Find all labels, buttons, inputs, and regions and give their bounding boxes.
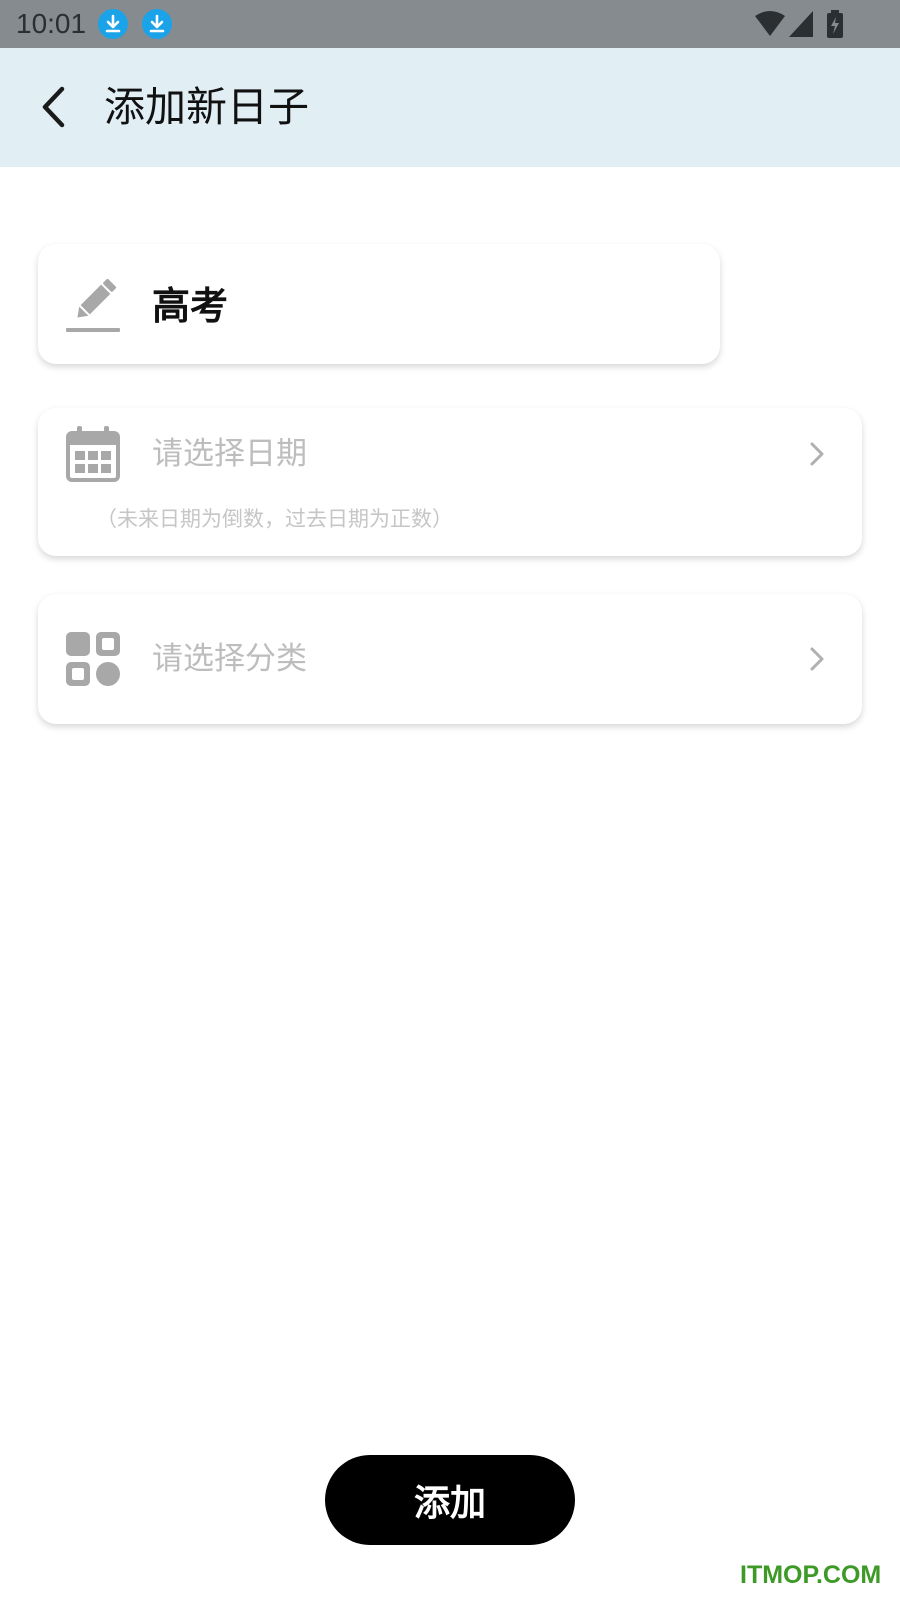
app-header: 添加新日子 bbox=[0, 48, 900, 167]
event-title-value: 高考 bbox=[152, 284, 229, 328]
pencil-icon bbox=[66, 278, 120, 332]
page-title: 添加新日子 bbox=[104, 83, 309, 131]
date-placeholder: 请选择日期 bbox=[152, 436, 307, 472]
calendar-icon bbox=[66, 426, 120, 482]
watermark: ITMOP.COM bbox=[740, 1561, 882, 1589]
wifi-icon bbox=[755, 11, 785, 36]
back-arrow-icon bbox=[42, 86, 65, 128]
download-icon bbox=[142, 9, 172, 39]
category-picker-row[interactable]: 请选择分类 bbox=[38, 594, 862, 724]
status-time: 10:01 bbox=[16, 8, 87, 39]
chevron-right-icon bbox=[810, 442, 824, 466]
add-button[interactable]: 添加 bbox=[325, 1455, 575, 1545]
date-picker-row[interactable]: 请选择日期 （未来日期为倒数，过去日期为正数） bbox=[38, 408, 862, 556]
signal-icon bbox=[789, 11, 813, 37]
status-bar: 10:01 bbox=[0, 0, 900, 48]
chevron-right-icon bbox=[810, 647, 824, 671]
category-grid-icon bbox=[66, 632, 120, 686]
category-placeholder: 请选择分类 bbox=[152, 641, 307, 677]
back-button[interactable] bbox=[28, 78, 78, 136]
date-hint: （未来日期为倒数，过去日期为正数） bbox=[96, 507, 453, 531]
battery-charging-icon bbox=[827, 10, 843, 38]
download-icon bbox=[98, 9, 128, 39]
event-title-field[interactable]: 高考 bbox=[38, 244, 720, 364]
